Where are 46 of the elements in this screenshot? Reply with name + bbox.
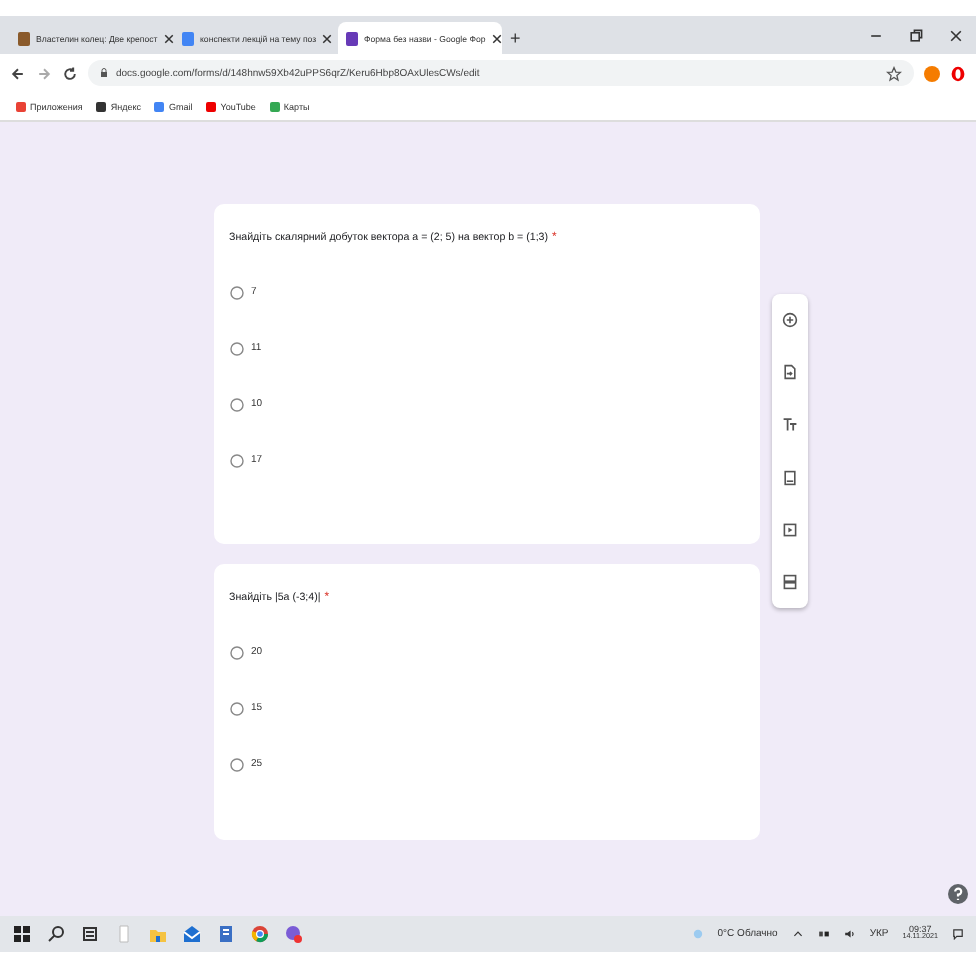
weather-icon	[691, 928, 704, 940]
bookmark-icon	[269, 101, 280, 111]
folder-icon[interactable]	[148, 924, 168, 944]
back-icon[interactable]	[10, 65, 26, 81]
close-icon[interactable]	[491, 33, 502, 43]
mail-icon[interactable]	[182, 924, 202, 944]
profile-avatar[interactable]	[924, 65, 940, 81]
search-icon[interactable]	[46, 924, 66, 944]
restore-icon[interactable]	[908, 28, 924, 44]
page-icon	[182, 31, 194, 45]
radio-button[interactable]	[229, 341, 243, 355]
bookmark-icon	[154, 101, 165, 111]
document-icon[interactable]	[216, 924, 236, 944]
page-icon	[346, 31, 358, 45]
radio-button[interactable]	[229, 701, 243, 715]
radio-button[interactable]	[229, 453, 243, 467]
bookmark-icon	[16, 101, 26, 111]
browser-icon[interactable]	[250, 924, 270, 944]
radio-button[interactable]	[229, 645, 243, 659]
close-icon[interactable]	[163, 33, 174, 43]
extension-icon[interactable]	[950, 65, 966, 81]
radio-button[interactable]	[229, 397, 243, 411]
bookmark-icon	[96, 101, 107, 111]
notification-icon[interactable]	[952, 928, 964, 940]
radio-button[interactable]	[229, 285, 243, 299]
task-view-icon[interactable]	[80, 924, 100, 944]
add-icon[interactable]	[781, 312, 797, 329]
close-icon[interactable]	[948, 28, 964, 44]
page-icon	[18, 31, 30, 45]
lock-icon	[100, 68, 108, 78]
video-icon[interactable]	[781, 521, 797, 538]
section-icon[interactable]	[781, 573, 797, 590]
speaker-icon[interactable]	[843, 928, 856, 940]
bookmark-icon	[206, 101, 217, 111]
reload-icon[interactable]	[62, 65, 78, 81]
title-icon[interactable]	[781, 416, 797, 433]
image-icon[interactable]	[781, 469, 797, 486]
new-tab-button[interactable]: +	[502, 28, 529, 54]
radio-button[interactable]	[229, 757, 243, 771]
windows-start-icon[interactable]	[12, 924, 32, 944]
help-icon[interactable]	[948, 884, 968, 904]
import-icon[interactable]	[781, 364, 797, 381]
close-icon[interactable]	[322, 33, 333, 43]
star-icon[interactable]	[886, 65, 902, 81]
app-icon[interactable]	[284, 924, 304, 944]
chevron-up-icon[interactable]	[791, 928, 804, 940]
